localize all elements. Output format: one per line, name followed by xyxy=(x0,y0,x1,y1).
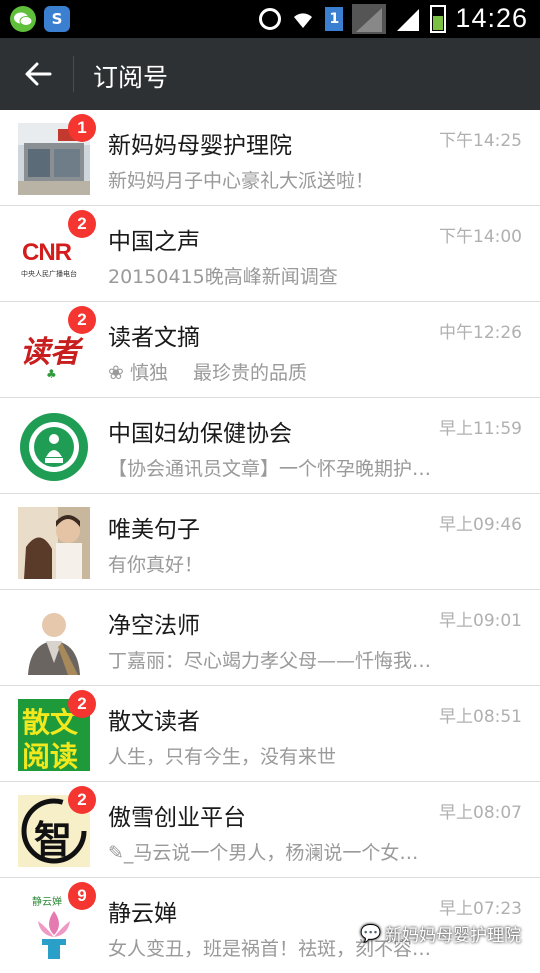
account-name: 新妈妈母婴护理院 xyxy=(108,133,292,159)
cnr-subtitle: 中央人民广播电台 xyxy=(21,270,77,278)
list-item[interactable]: 唯美句子 早上09:46 有你真好！ xyxy=(0,494,540,590)
account-name: 中国之声 xyxy=(108,229,200,255)
page-title: 订阅号 xyxy=(93,63,169,92)
message-preview: 有你真好！ xyxy=(108,554,204,576)
app-header: 订阅号 xyxy=(0,38,540,110)
jingyun-logo-text: 静云婵 xyxy=(32,897,62,908)
s-app-icon: S xyxy=(44,6,70,32)
list-item[interactable]: 1 新妈妈母婴护理院 下午14:25 新妈妈月子中心豪礼大派送啦！ xyxy=(0,110,540,206)
unread-badge: 1 xyxy=(68,114,96,142)
unread-badge: 2 xyxy=(68,306,96,334)
duzhe-logo: 读者 xyxy=(20,335,80,370)
timestamp: 下午14:25 xyxy=(439,131,522,151)
clock: 14:26 xyxy=(455,3,528,33)
list-item[interactable]: 读者 ♣ 2 读者文摘 中午12:26 ❀ 慎独 最珍贵的品质 xyxy=(0,302,540,398)
timestamp: 下午14:00 xyxy=(439,227,522,247)
account-name: 傲雪创业平台 xyxy=(108,805,246,831)
pen-icon: ✎ xyxy=(108,842,124,864)
timestamp: 早上07:23 xyxy=(439,899,522,919)
wechat-icon xyxy=(10,6,36,32)
arrow-left-icon xyxy=(25,62,52,86)
timestamp: 早上08:51 xyxy=(439,707,522,727)
battery-icon xyxy=(430,4,447,33)
list-item[interactable]: 智 2 傲雪创业平台 早上08:07 ✎_马云说一个男人，杨澜说一个女… xyxy=(0,782,540,878)
account-name: 静云婵 xyxy=(108,901,177,927)
timestamp: 早上11:59 xyxy=(439,419,522,439)
account-name: 中国妇幼保健协会 xyxy=(108,421,292,447)
account-name: 散文读者 xyxy=(108,709,200,735)
timestamp: 早上08:07 xyxy=(439,803,522,823)
cnr-logo: CNR xyxy=(22,239,72,266)
status-bar: S 1 14:26 xyxy=(0,0,540,38)
timestamp: 早上09:46 xyxy=(439,515,522,535)
header-divider xyxy=(73,56,74,92)
message-preview: 20150415晚高峰新闻调查 xyxy=(108,266,338,288)
avatar xyxy=(18,507,90,579)
back-button[interactable] xyxy=(16,52,60,96)
unread-badge: 2 xyxy=(68,210,96,238)
clover-icon: ♣ xyxy=(46,367,57,381)
list-item[interactable]: 净空法师 早上09:01 丁嘉丽：尽心竭力孝父母——忏悔我… xyxy=(0,590,540,686)
watermark: 💬 新妈妈母婴护理院 xyxy=(360,923,522,947)
sanwen-logo-line2: 阅读 xyxy=(22,740,79,771)
avatar xyxy=(18,411,90,483)
message-preview: 丁嘉丽：尽心竭力孝父母——忏悔我… xyxy=(108,650,432,672)
unread-badge: 9 xyxy=(68,882,96,910)
message-preview: ❀ 慎独 最珍贵的品质 xyxy=(108,362,308,384)
signal-icon xyxy=(352,3,387,34)
account-name: 读者文摘 xyxy=(108,325,200,351)
alarm-icon xyxy=(259,7,282,30)
timestamp: 中午12:26 xyxy=(439,323,522,343)
avatar xyxy=(18,603,90,675)
account-name: 唯美句子 xyxy=(108,517,200,543)
flower-icon: ❀ xyxy=(108,362,130,384)
list-item[interactable]: 中国妇幼保健协会 早上11:59 【协会通讯员文章】一个怀孕晚期护… xyxy=(0,398,540,494)
sim-icon: 1 xyxy=(325,6,344,31)
message-preview: 【协会通讯员文章】一个怀孕晚期护… xyxy=(108,458,432,480)
message-preview: ✎_马云说一个男人，杨澜说一个女… xyxy=(108,842,419,864)
unread-badge: 2 xyxy=(68,690,96,718)
list-item[interactable]: CNR 中央人民广播电台 2 中国之声 下午14:00 20150415晚高峰新… xyxy=(0,206,540,302)
message-preview: 新妈妈月子中心豪礼大派送啦！ xyxy=(108,170,375,192)
message-preview: 人生，只有今生，没有来世 xyxy=(108,746,337,768)
account-name: 净空法师 xyxy=(108,613,200,639)
wifi-icon xyxy=(290,8,316,30)
wechat-bubble-icon: 💬 xyxy=(360,923,382,944)
unread-badge: 2 xyxy=(68,786,96,814)
timestamp: 早上09:01 xyxy=(439,611,522,631)
list-item[interactable]: 散文 阅读 2 散文读者 早上08:51 人生，只有今生，没有来世 xyxy=(0,686,540,782)
aoxue-logo: 智 xyxy=(34,817,73,862)
signal-icon xyxy=(395,5,421,33)
subscription-list: 1 新妈妈母婴护理院 下午14:25 新妈妈月子中心豪礼大派送啦！ CNR 中央… xyxy=(0,110,540,973)
